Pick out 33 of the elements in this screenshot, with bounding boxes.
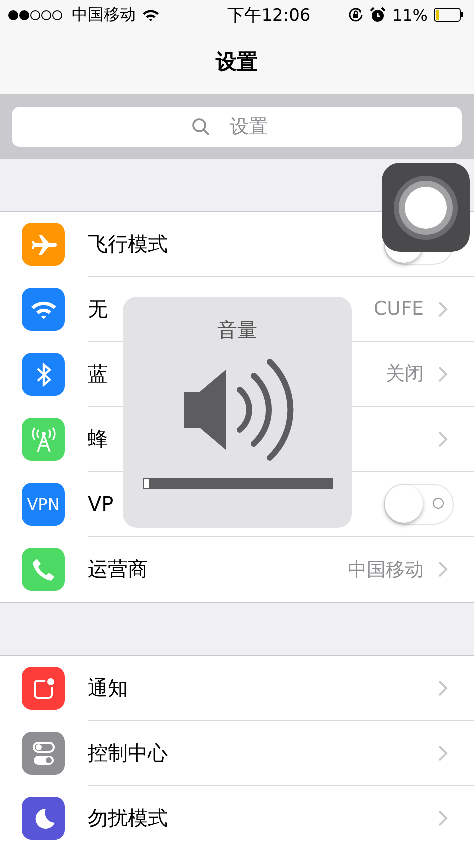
battery-icon [434,8,464,22]
assistive-touch-menu[interactable] [382,163,470,252]
chevron-icon [438,366,448,382]
chevron-icon [438,744,448,762]
wifi-icon [142,8,160,22]
row-value: 关闭 [386,362,424,387]
row-label: 通知 [88,674,129,702]
chevron-icon [438,430,448,448]
row-label: 蓝 [88,360,109,388]
volume-title: 音量 [218,317,258,344]
rotation-lock-icon [348,7,364,23]
chevron-icon [438,561,448,578]
row-value: CUFE [374,298,424,320]
search-field[interactable]: 设置 [12,107,462,147]
row-label: VP [88,492,115,516]
row-label: 蜂 [88,426,109,452]
alarm-icon [370,7,386,23]
toggle-switch[interactable] [384,484,454,524]
chevron-icon [438,680,448,696]
signal-icon [8,10,64,20]
page-title: 设置 [216,49,258,76]
row-label: 控制中心 [88,740,169,766]
status-time: 下午12:06 [226,4,311,26]
row-label: 飞行模式 [88,230,169,258]
chevron-icon [438,810,448,827]
carrier-name: 中国移动 [72,4,136,26]
row-label: 运营商 [88,556,149,583]
row-label: 无 [88,296,109,322]
vpn-icon: VPN [22,483,65,526]
chevron-icon [438,300,448,318]
row-label: 勿扰模式 [88,805,169,832]
battery-percent: 11% [392,6,428,24]
row-value: 中国移动 [348,558,424,582]
